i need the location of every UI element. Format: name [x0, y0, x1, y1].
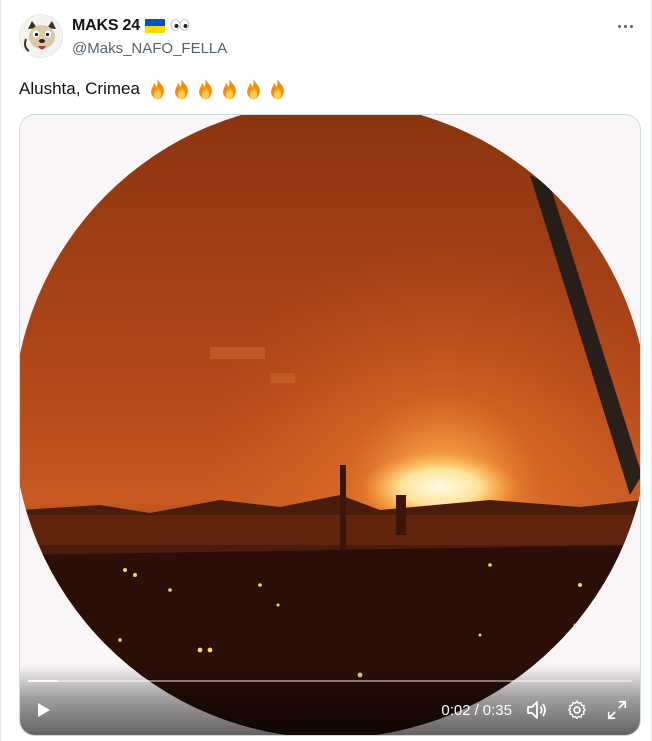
- video-controls: 0:02 / 0:35: [20, 665, 640, 735]
- video-current-time: 0:02: [441, 702, 471, 719]
- fullscreen-icon[interactable]: [604, 697, 630, 723]
- more-options-icon[interactable]: [613, 17, 637, 35]
- eyes-icon: [170, 18, 190, 34]
- tweet-card: MAKS 24 @Maks_NAFO_FELLA Alushta, Crimea: [0, 0, 652, 741]
- avatar[interactable]: [19, 14, 63, 58]
- play-icon[interactable]: [30, 697, 56, 723]
- volume-icon[interactable]: [524, 697, 550, 723]
- fire-icon: [223, 78, 236, 100]
- video-time-separator: /: [474, 702, 479, 719]
- video-time: 0:02 / 0:35: [441, 702, 512, 719]
- tweet-text: Alushta, Crimea: [19, 78, 289, 100]
- video-progress-fill: [28, 680, 59, 682]
- video-duration: 0:35: [482, 702, 512, 719]
- fire-icon: [151, 78, 164, 100]
- avatar-image: [20, 15, 62, 57]
- fire-icon: [175, 78, 188, 100]
- flag-ukraine-icon: [144, 19, 165, 33]
- fire-icon: [199, 78, 212, 100]
- fire-icon: [271, 78, 284, 100]
- video-player[interactable]: 0:02 / 0:35: [19, 114, 641, 736]
- author-handle[interactable]: @Maks_NAFO_FELLA: [72, 40, 227, 57]
- tweet-text-body: Alushta, Crimea: [19, 79, 140, 98]
- video-frame: [20, 115, 640, 735]
- video-progress-bar[interactable]: [28, 680, 632, 682]
- author-name-row[interactable]: MAKS 24: [72, 16, 190, 36]
- author-display-name[interactable]: MAKS 24: [72, 17, 140, 35]
- settings-gear-icon[interactable]: [564, 697, 590, 723]
- fire-emoji-group: [146, 78, 289, 100]
- fire-icon: [247, 78, 260, 100]
